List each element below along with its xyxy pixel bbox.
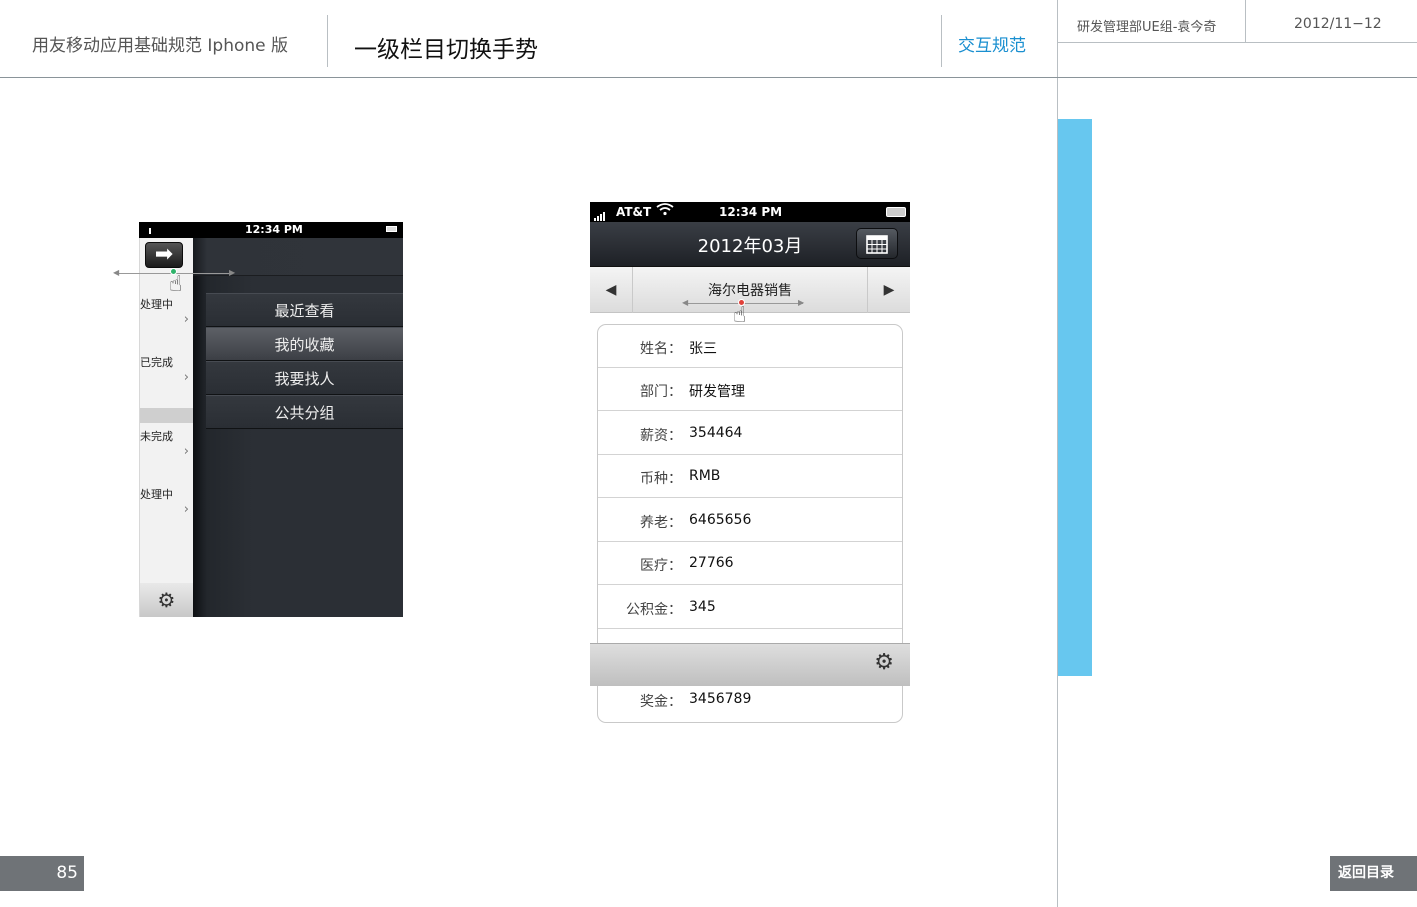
- list-item-status: 已完成: [140, 356, 173, 369]
- segment-title: 海尔电器销售: [708, 283, 792, 299]
- bottom-toolbar: ⚙: [590, 643, 910, 686]
- header-rule: [0, 77, 1417, 78]
- settings-gear-icon[interactable]: ⚙: [874, 652, 894, 674]
- field-row: 部门： 研发管理: [598, 368, 902, 411]
- list-item-status: 处理中: [140, 488, 173, 501]
- segment-switcher: ◀ 海尔电器销售 ▶: [590, 267, 910, 313]
- list-item-status: 处理中: [140, 298, 173, 311]
- wifi-icon: [656, 203, 674, 219]
- date-label: 2012/11−12: [1294, 16, 1382, 32]
- menu-item-public-groups[interactable]: 公共分组: [206, 395, 403, 429]
- phone-menu-mockup: 12:34 PM 最近查看 我的收藏 我要找人 公共分组 ➡ 处理中 › 已完成…: [113, 222, 403, 617]
- field-value: RMB: [689, 468, 721, 484]
- field-value: 张三: [689, 341, 717, 357]
- field-row: 薪资： 354464: [598, 412, 902, 455]
- field-row: 公积金： 345: [598, 586, 902, 629]
- field-value: 研发管理: [689, 384, 745, 400]
- hand-pointer-icon: ☝: [169, 272, 183, 297]
- previous-arrow-icon[interactable]: ◀: [590, 267, 633, 313]
- next-arrow-icon[interactable]: ▶: [867, 267, 910, 313]
- field-label: 姓名：: [640, 341, 682, 357]
- menu-item-favorites[interactable]: 我的收藏: [206, 327, 403, 361]
- battery-icon: [386, 226, 397, 232]
- field-row: 养老： 6465656: [598, 499, 902, 542]
- calendar-icon[interactable]: [856, 228, 898, 259]
- field-label: 币种：: [640, 471, 682, 487]
- swipe-left-arrow-icon: ◀: [113, 268, 120, 277]
- page-number: 85: [0, 856, 84, 891]
- status-bar: 12:34 PM: [139, 222, 403, 238]
- field-value: 3456789: [689, 691, 752, 707]
- doc-subtitle: 用友移动应用基础规范 Iphone 版: [32, 36, 289, 56]
- navigation-bar: 2012年03月: [590, 222, 910, 267]
- hand-pointer-icon: ☝: [733, 303, 747, 328]
- field-label: 薪资：: [640, 428, 682, 444]
- category-label: 交互规范: [958, 36, 1026, 56]
- list-item-status: 未完成: [140, 430, 173, 443]
- author-label: 研发管理部UE组-袁今奇: [1077, 20, 1217, 35]
- field-row: 姓名： 张三: [598, 325, 902, 368]
- back-to-contents-button[interactable]: 返回目录: [1330, 856, 1417, 891]
- list-section-divider: [140, 408, 193, 423]
- phone-detail-mockup: AT&T 12:34 PM 2012年03月 ◀ 海尔电器销售 ▶ 姓名： 张三…: [590, 202, 910, 723]
- signal-icon: [149, 228, 151, 234]
- side-accent-bar: [1058, 119, 1092, 676]
- list-item[interactable]: 处理中 ›: [140, 292, 193, 348]
- settings-gear-icon[interactable]: ⚙: [140, 583, 193, 617]
- field-label: 医疗：: [640, 558, 682, 574]
- field-label: 奖金：: [640, 694, 682, 710]
- arrow-right-icon[interactable]: ➡: [145, 242, 183, 268]
- chevron-right-icon: ›: [183, 502, 189, 517]
- slide-menu-panel: 最近查看 我的收藏 我要找人 公共分组: [193, 238, 403, 617]
- battery-icon: [886, 207, 906, 217]
- swipe-left-arrow-icon: ◀: [682, 298, 689, 307]
- field-label: 部门：: [640, 384, 682, 400]
- status-bar: AT&T 12:34 PM: [590, 202, 910, 222]
- field-value: 6465656: [689, 512, 752, 528]
- menu-item-find-people[interactable]: 我要找人: [206, 361, 403, 395]
- list-item[interactable]: 已完成 ›: [140, 350, 193, 406]
- carrier-label: AT&T: [616, 205, 652, 219]
- menu-item-recent[interactable]: 最近查看: [206, 293, 403, 327]
- field-value: 354464: [689, 425, 743, 441]
- chevron-right-icon: ›: [183, 444, 189, 459]
- field-label: 公积金：: [626, 602, 682, 618]
- field-row: 币种： RMB: [598, 455, 902, 498]
- status-time: 12:34 PM: [719, 205, 783, 219]
- meta-underline: [1057, 42, 1417, 43]
- field-row: 医疗： 27766: [598, 542, 902, 585]
- header-divider: [327, 15, 328, 67]
- menu-header: [193, 238, 403, 276]
- meta-divider: [1245, 0, 1246, 42]
- status-time: 12:34 PM: [245, 223, 303, 236]
- swipe-right-arrow-icon: ▶: [229, 268, 236, 277]
- chevron-right-icon: ›: [183, 370, 189, 385]
- list-item[interactable]: 未完成 ›: [140, 424, 193, 480]
- header-divider: [941, 15, 942, 67]
- page-title: 一级栏目切换手势: [354, 37, 538, 63]
- field-value: 345: [689, 599, 716, 615]
- signal-icon: [594, 207, 606, 221]
- swipe-right-arrow-icon: ▶: [798, 298, 805, 307]
- chevron-right-icon: ›: [183, 312, 189, 327]
- list-item[interactable]: 处理中 ›: [140, 482, 193, 538]
- field-value: 27766: [689, 555, 734, 571]
- field-label: 养老：: [640, 515, 682, 531]
